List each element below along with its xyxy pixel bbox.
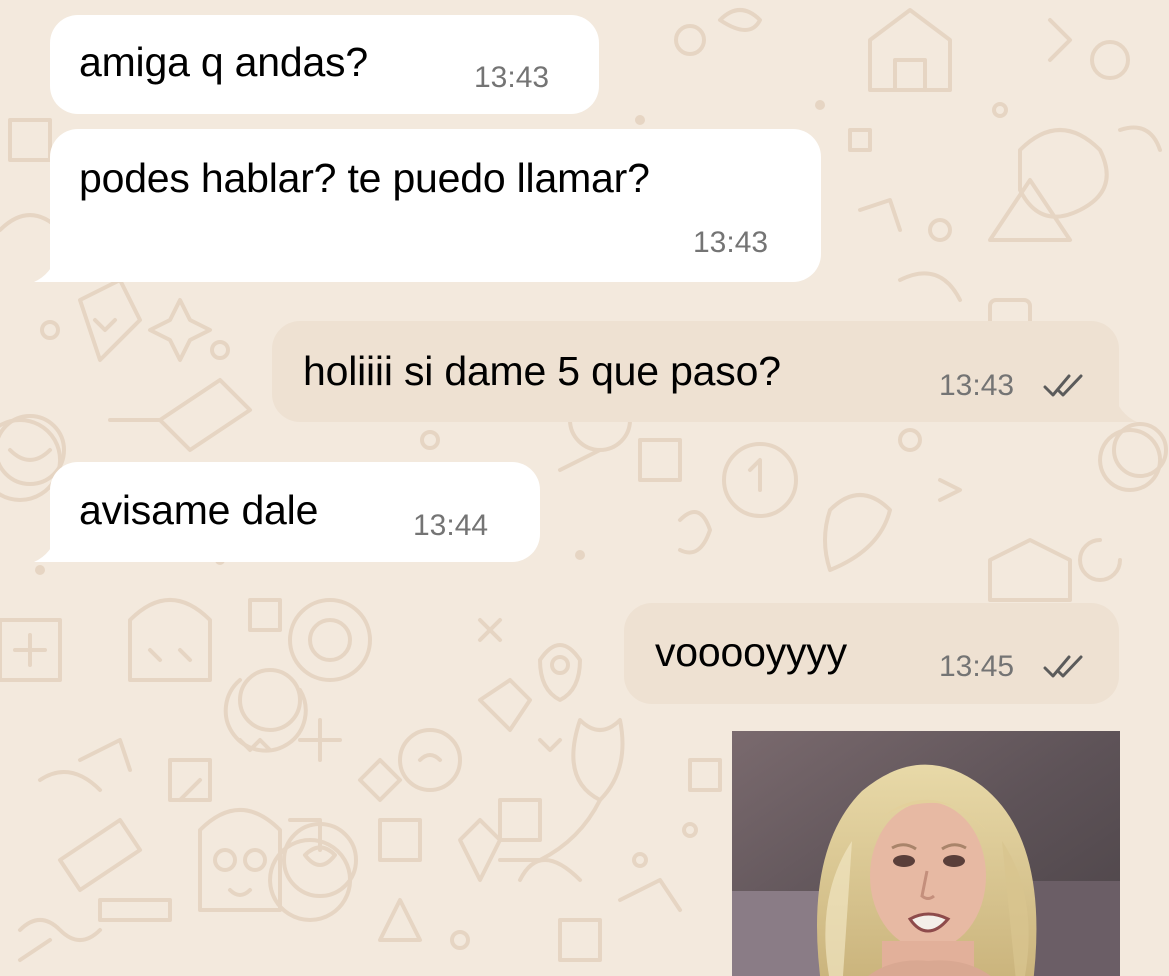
photo-content (732, 731, 1120, 976)
bubble-tail (34, 252, 58, 282)
message-bubble-incoming[interactable]: avisame dale 13:44 (34, 462, 540, 562)
double-check-icon (1043, 374, 1083, 397)
bubble-tail (34, 532, 58, 562)
message-timestamp: 13:43 (693, 226, 769, 259)
message-timestamp: 13:44 (413, 509, 489, 542)
message-bubble-outgoing[interactable]: vooooyyyy 13:45 (624, 603, 1119, 704)
double-check-icon (1043, 655, 1083, 678)
bubble-tail (1113, 392, 1137, 422)
message-timestamp: 13:43 (939, 369, 1015, 402)
photo-message[interactable] (732, 731, 1120, 976)
message-timestamp: 13:45 (939, 650, 1015, 683)
message-text: vooooyyyy (655, 629, 847, 675)
message-text: holiiii si dame 5 que paso? (303, 348, 781, 394)
message-text: amiga q andas? (79, 39, 368, 85)
message-bubble-outgoing[interactable]: holiiii si dame 5 que paso? 13:43 (272, 321, 1137, 422)
message-timestamp: 13:43 (474, 61, 550, 94)
message-bubble-incoming[interactable]: amiga q andas? 13:43 (50, 15, 599, 114)
message-bubble-incoming[interactable]: podes hablar? te puedo llamar? 13:43 (34, 129, 821, 282)
message-text: podes hablar? te puedo llamar? (79, 155, 650, 201)
message-text: avisame dale (79, 487, 319, 533)
